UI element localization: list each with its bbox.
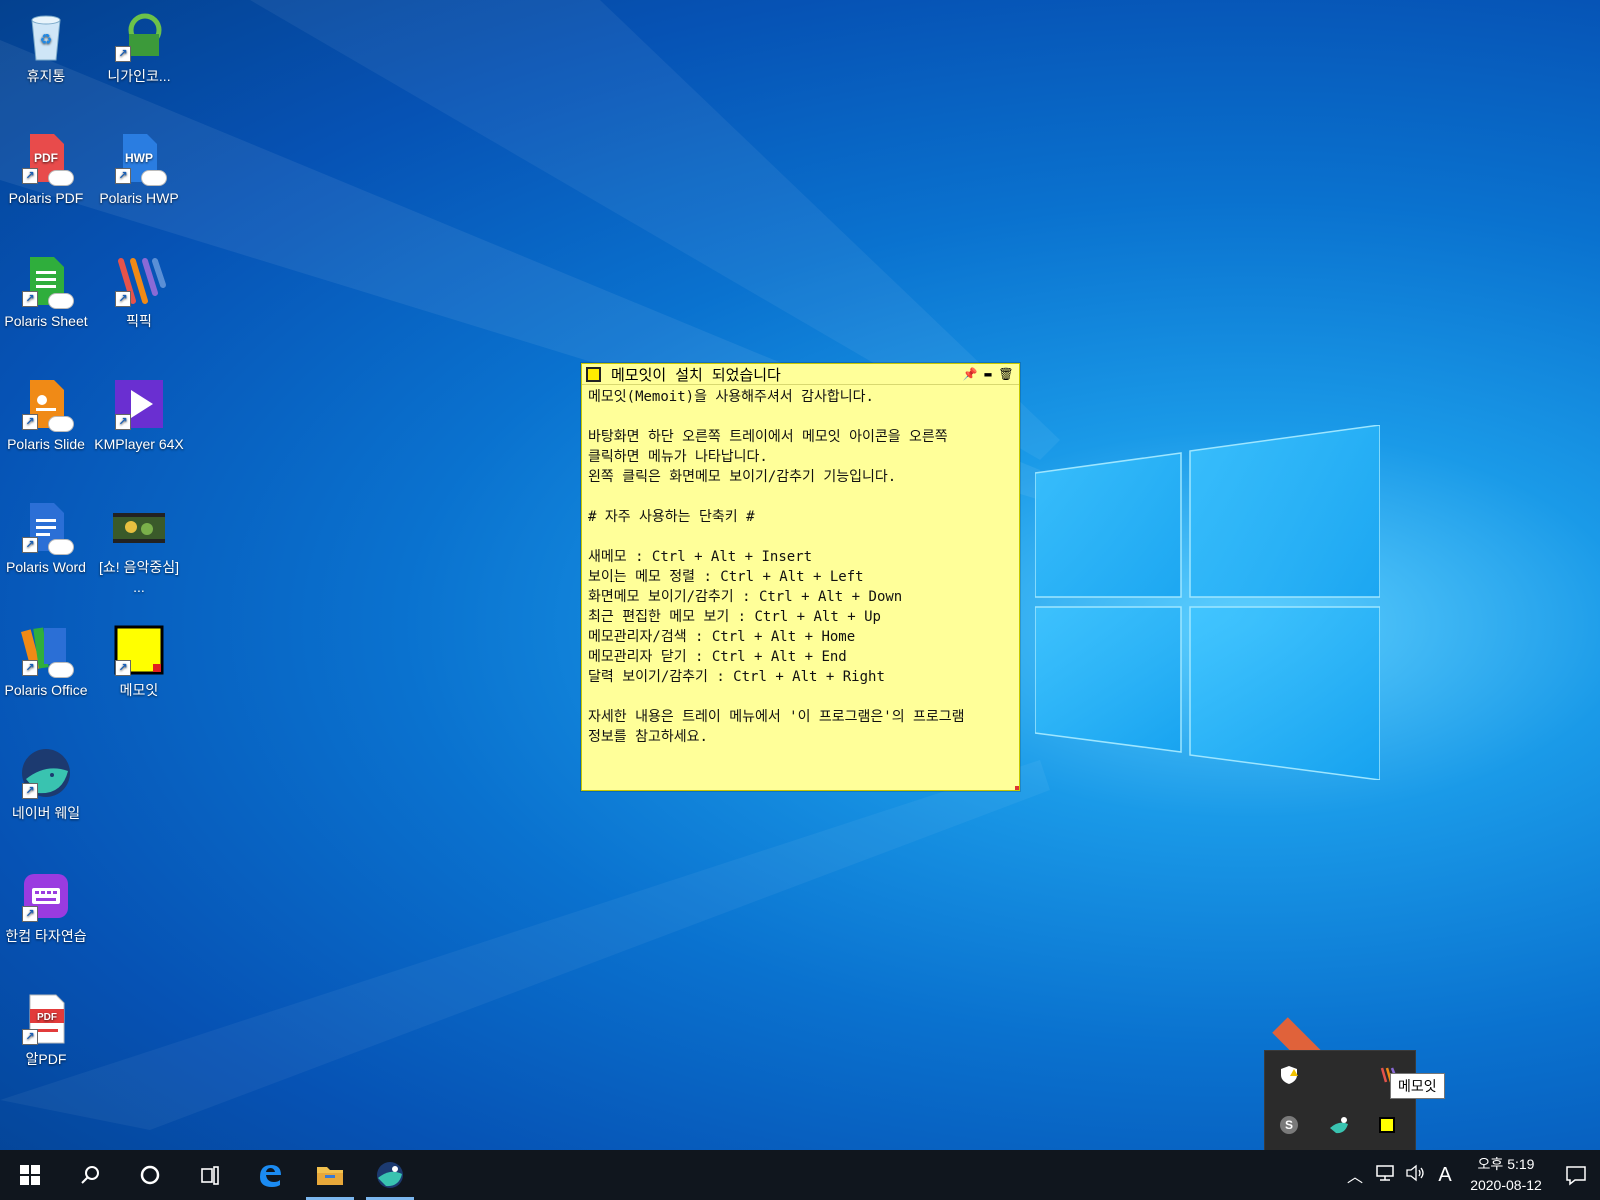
network-icon[interactable] [1370,1164,1400,1187]
desktop-icon-typing[interactable]: ↗ 한컴 타자연습 [0,868,92,946]
desktop-icon-polaris-slide[interactable]: ↗ Polaris Slide [0,376,92,454]
notification-button[interactable] [1552,1164,1600,1186]
system-tray: ︿ A 오후 5:19 2020-08-12 [1340,1150,1600,1200]
tray-overflow-popup: S [1264,1050,1416,1152]
desktop-icon-alpdf[interactable]: PDF ↗ 알PDF [0,991,92,1069]
desktop-icon-encoder[interactable]: ↗ 니가인코... [93,8,185,86]
search-button[interactable] [60,1150,120,1200]
pin-icon[interactable]: 📌 [961,367,979,381]
desktop-icon-label: Polaris Sheet [4,313,88,329]
search-icon [81,1166,99,1184]
desktop-icon-polaris-pdf[interactable]: PDF ↗ Polaris PDF [0,130,92,208]
chevron-up-icon[interactable]: ︿ [1340,1163,1370,1187]
desktop-icon-video[interactable]: [쇼! 음악중심] ... [93,499,185,597]
desktop-icon-label: 메모잇 [119,682,159,698]
slide-icon: ↗ [18,376,74,432]
hwp-icon: HWP ↗ [111,130,167,186]
taskbar: ︿ A 오후 5:19 2020-08-12 [0,1150,1600,1200]
file-explorer-icon [317,1167,343,1185]
desktop-icon-picpick[interactable]: ↗ 픽픽 [93,253,185,331]
cortana-button[interactable] [120,1150,180,1200]
desktop-icon-polaris-sheet[interactable]: ↗ Polaris Sheet [0,253,92,331]
resize-handle[interactable] [1015,786,1019,790]
kmplayer-icon: ↗ [111,376,167,432]
desktop-icon-label: Polaris Office [4,682,88,698]
memo-content[interactable]: 메모잇(Memoit)을 사용해주셔서 감사합니다. 바탕화면 하단 오른쪽 트… [582,385,1019,749]
memoit-tray-icon[interactable] [1373,1111,1401,1139]
alpdf-icon: PDF ↗ [18,991,74,1047]
desktop-icon-recycle-bin[interactable]: ♻ 휴지통 [0,8,92,86]
desktop-icon-label: KMPlayer 64X [94,436,184,452]
edge-button[interactable] [240,1150,300,1200]
clock[interactable]: 오후 5:19 2020-08-12 [1460,1154,1552,1196]
sheet-icon: ↗ [18,253,74,309]
encoder-icon: ↗ [111,8,167,64]
memoit-icon: ↗ [111,622,167,678]
pdf-icon: PDF ↗ [18,130,74,186]
task-view-button[interactable] [180,1150,240,1200]
desktop-icon-label: 알PDF [25,1051,67,1067]
desktop-icon-kmplayer[interactable]: ↗ KMPlayer 64X [93,376,185,454]
typing-icon: ↗ [18,868,74,924]
desktop-icon-label: Polaris HWP [99,190,179,206]
office-icon: ↗ [18,622,74,678]
whale-button[interactable] [360,1150,420,1200]
desktop-icon-label: 픽픽 [126,313,152,329]
whale-icon [377,1162,403,1188]
desktop-icon-label: Polaris PDF [8,190,84,206]
task-view-icon [201,1166,219,1185]
desktop-icon-polaris-hwp[interactable]: HWP ↗ Polaris HWP [93,130,185,208]
desktop-icon-polaris-word[interactable]: ↗ Polaris Word [0,499,92,577]
recycle-bin-icon: ♻ [18,8,74,64]
memo-titlebar[interactable]: 메모잇이 설치 되었습니다 📌 ▬ 🗑 [582,364,1019,385]
word-icon: ↗ [18,499,74,555]
minimize-button[interactable]: ▬ [979,367,997,381]
action-center-icon [1566,1166,1586,1186]
video-thumbnail-icon [111,499,167,555]
desktop-icon-polaris-office[interactable]: ↗ Polaris Office [0,622,92,700]
svg-text:PDF: PDF [37,1012,57,1023]
svg-text:♻: ♻ [40,31,53,47]
start-icon [20,1165,40,1185]
file-explorer-button[interactable] [300,1150,360,1200]
desktop-icon-label: [쇼! 음악중심] ... [99,559,179,595]
volume-icon[interactable] [1400,1164,1430,1187]
ime-indicator[interactable]: A [1430,1164,1460,1187]
memo-app-icon [586,366,601,382]
clock-time: 오후 5:19 [1477,1156,1535,1172]
picpick-icon: ↗ [111,253,167,309]
clock-date: 2020-08-12 [1470,1177,1542,1193]
whale-tray-icon[interactable] [1325,1111,1353,1139]
memo-title: 메모잇이 설치 되었습니다 [611,365,781,384]
desktop-icon-memoit[interactable]: ↗ 메모잇 [93,622,185,700]
skype-icon[interactable]: S [1275,1111,1303,1139]
desktop-icon-label: Polaris Word [6,559,86,575]
desktop-icon-label: 휴지통 [26,68,66,84]
edge-icon [260,1165,281,1187]
desktop-icon-label: 한컴 타자연습 [5,928,87,944]
desktop-icon-label: 네이버 웨일 [11,805,81,821]
desktop-icon-whale[interactable]: ↗ 네이버 웨일 [0,745,92,823]
desktop-icon-label: Polaris Slide [7,436,85,452]
whale-icon: ↗ [18,745,74,801]
security-warning-icon[interactable] [1275,1061,1303,1089]
delete-icon[interactable]: 🗑 [997,367,1015,381]
start-button[interactable] [0,1150,60,1200]
svg-text:HWP: HWP [125,151,153,165]
windows-logo-wallpaper [1035,425,1380,780]
svg-text:S: S [1285,1118,1293,1132]
tray-tooltip: 메모잇 [1390,1073,1445,1099]
desktop-icon-label: 니가인코... [107,68,171,84]
cortana-icon [140,1165,160,1185]
memo-window[interactable]: 메모잇이 설치 되었습니다 📌 ▬ 🗑 메모잇(Memoit)을 사용해주셔서 … [581,363,1020,791]
svg-text:PDF: PDF [34,151,58,165]
